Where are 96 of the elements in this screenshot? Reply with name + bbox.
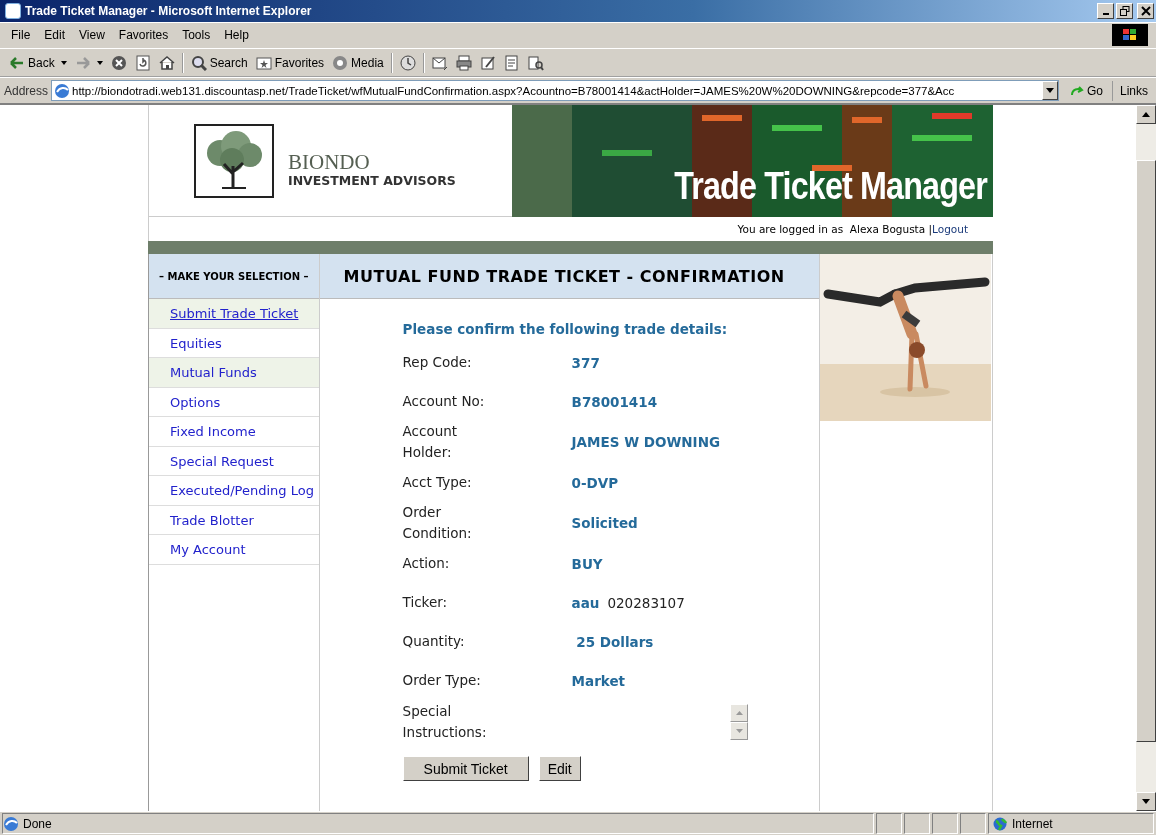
status-text: Done (23, 816, 52, 831)
nav-link[interactable]: Trade Blotter (170, 512, 254, 528)
document-icon (503, 54, 520, 71)
restore-button[interactable] (1116, 2, 1133, 19)
vertical-scrollbar[interactable] (1136, 105, 1156, 812)
minimize-button[interactable] (1097, 2, 1114, 19)
back-arrow-icon (9, 54, 25, 71)
clock-icon (399, 54, 416, 71)
field-label: Action: (402, 554, 451, 574)
close-button[interactable] (1137, 2, 1154, 19)
caret-icon (60, 60, 67, 65)
go-arrow-icon (1069, 84, 1084, 97)
nav-link[interactable]: Equities (170, 335, 222, 351)
field-value: BUY (571, 555, 603, 572)
status-pane (904, 813, 930, 835)
form-button[interactable]: Submit Ticket (402, 756, 529, 782)
intro-text: Please confirm the following trade details: (402, 321, 729, 338)
form-button[interactable]: Edit (538, 756, 581, 782)
favorites-button[interactable]: Favorites (252, 52, 328, 73)
status-pane (876, 813, 902, 835)
field-value: 377 (571, 354, 600, 371)
address-field[interactable]: http://biondotradi.web131.discountasp.net/TradeTicket/wfMutualFundConfirmation.aspx?Acountno=B78001414&actHolder=JAMES%20W%20DOWNING&repcode=377&Acc (51, 80, 1059, 102)
field-label: Order Type: (402, 671, 482, 691)
nav-row[interactable]: Mutual Funds (149, 358, 319, 388)
magnifier-page-icon (527, 54, 544, 71)
dropdown-arrow-icon[interactable] (1045, 88, 1054, 94)
home-icon (158, 54, 175, 71)
field-value: B78001414 (571, 393, 658, 410)
page-heading: MUTUAL FUND TRADE TICKET - CONFIRMATION (319, 254, 820, 300)
up-arrow-icon (1142, 112, 1150, 118)
restore-icon (1119, 5, 1130, 16)
menu-item[interactable]: Tools (175, 28, 218, 43)
go-button[interactable]: Go (1061, 83, 1109, 98)
down-arrow-icon (735, 729, 743, 734)
globe-icon (993, 816, 1007, 831)
sidebar-heading: – MAKE YOUR SELECTION – (149, 254, 319, 300)
field-label: Ticker: (402, 593, 449, 613)
address-label: Address (4, 83, 49, 98)
field-value: aau (571, 594, 600, 611)
field-label: Order Condition: (402, 503, 473, 544)
security-zone: Internet (1012, 816, 1053, 831)
brand-tagline: INVESTMENT ADVISORS (288, 173, 456, 189)
nav-link[interactable]: My Account (170, 542, 246, 558)
page-icon (3, 815, 19, 832)
menu-item[interactable]: Edit (37, 28, 73, 43)
stop-icon (110, 54, 127, 71)
close-icon (1140, 5, 1151, 16)
links-button[interactable]: Links (1116, 83, 1152, 98)
refresh-icon (134, 54, 151, 71)
menu-item[interactable]: File (4, 28, 38, 43)
forward-arrow-icon (74, 54, 91, 71)
search-icon (190, 54, 207, 71)
media-button[interactable]: Media (329, 52, 387, 73)
up-arrow-icon (735, 711, 743, 716)
field-label: Account No: (402, 392, 486, 412)
textarea-scrollbar[interactable] (730, 704, 749, 741)
field-value: 020283107 (607, 594, 685, 611)
menu-item[interactable]: Favorites (111, 28, 176, 43)
search-button[interactable]: Search (187, 52, 251, 73)
nav-link[interactable]: Submit Trade Ticket (170, 306, 299, 322)
login-status: You are logged in as Alexa Bogusta | (737, 223, 933, 236)
field-value: 25 Dollars (575, 633, 654, 650)
brand-name: BIONDO (288, 151, 371, 174)
field-label: Special Instructions: (402, 702, 488, 743)
status-pane (960, 813, 986, 835)
field-label: Quantity: (402, 632, 466, 652)
envelope-icon (431, 54, 448, 71)
field-label: Acct Type: (402, 473, 473, 493)
page-icon (54, 82, 71, 99)
nav-link[interactable]: Mutual Funds (170, 365, 257, 381)
pencil-page-icon (479, 54, 496, 71)
field-value: 0-DVP (571, 474, 619, 491)
window-title: Trade Ticket Manager - Microsoft Internet Explorer (25, 3, 313, 18)
nav-link[interactable]: Special Request (170, 453, 274, 469)
logout-link[interactable]: Logout (932, 223, 968, 236)
banner-title: Trade Ticket Manager (674, 165, 987, 209)
printer-icon (455, 54, 472, 71)
menu-item[interactable]: View (72, 28, 112, 43)
field-value: Market (571, 672, 626, 689)
star-folder-icon (255, 54, 272, 71)
field-value: Solicited (571, 515, 638, 532)
windows-logo-icon (1112, 24, 1148, 47)
minimize-icon (1102, 12, 1109, 15)
status-pane (932, 813, 958, 835)
field-label: Account Holder: (402, 422, 459, 463)
disc-icon (332, 54, 349, 71)
menu-item[interactable]: Help (217, 28, 256, 43)
nav-row[interactable]: Submit Trade Ticket (149, 299, 319, 329)
field-value: JAMES W DOWNING (571, 434, 720, 451)
field-label: Rep Code: (402, 353, 473, 373)
nav-link[interactable]: Executed/Pending Log (170, 483, 314, 499)
nav-link[interactable]: Options (170, 394, 221, 410)
nav-link[interactable]: Fixed Income (170, 424, 256, 440)
down-arrow-icon (1142, 799, 1150, 805)
back-button[interactable]: Back (6, 52, 70, 73)
caret-icon (96, 60, 103, 65)
